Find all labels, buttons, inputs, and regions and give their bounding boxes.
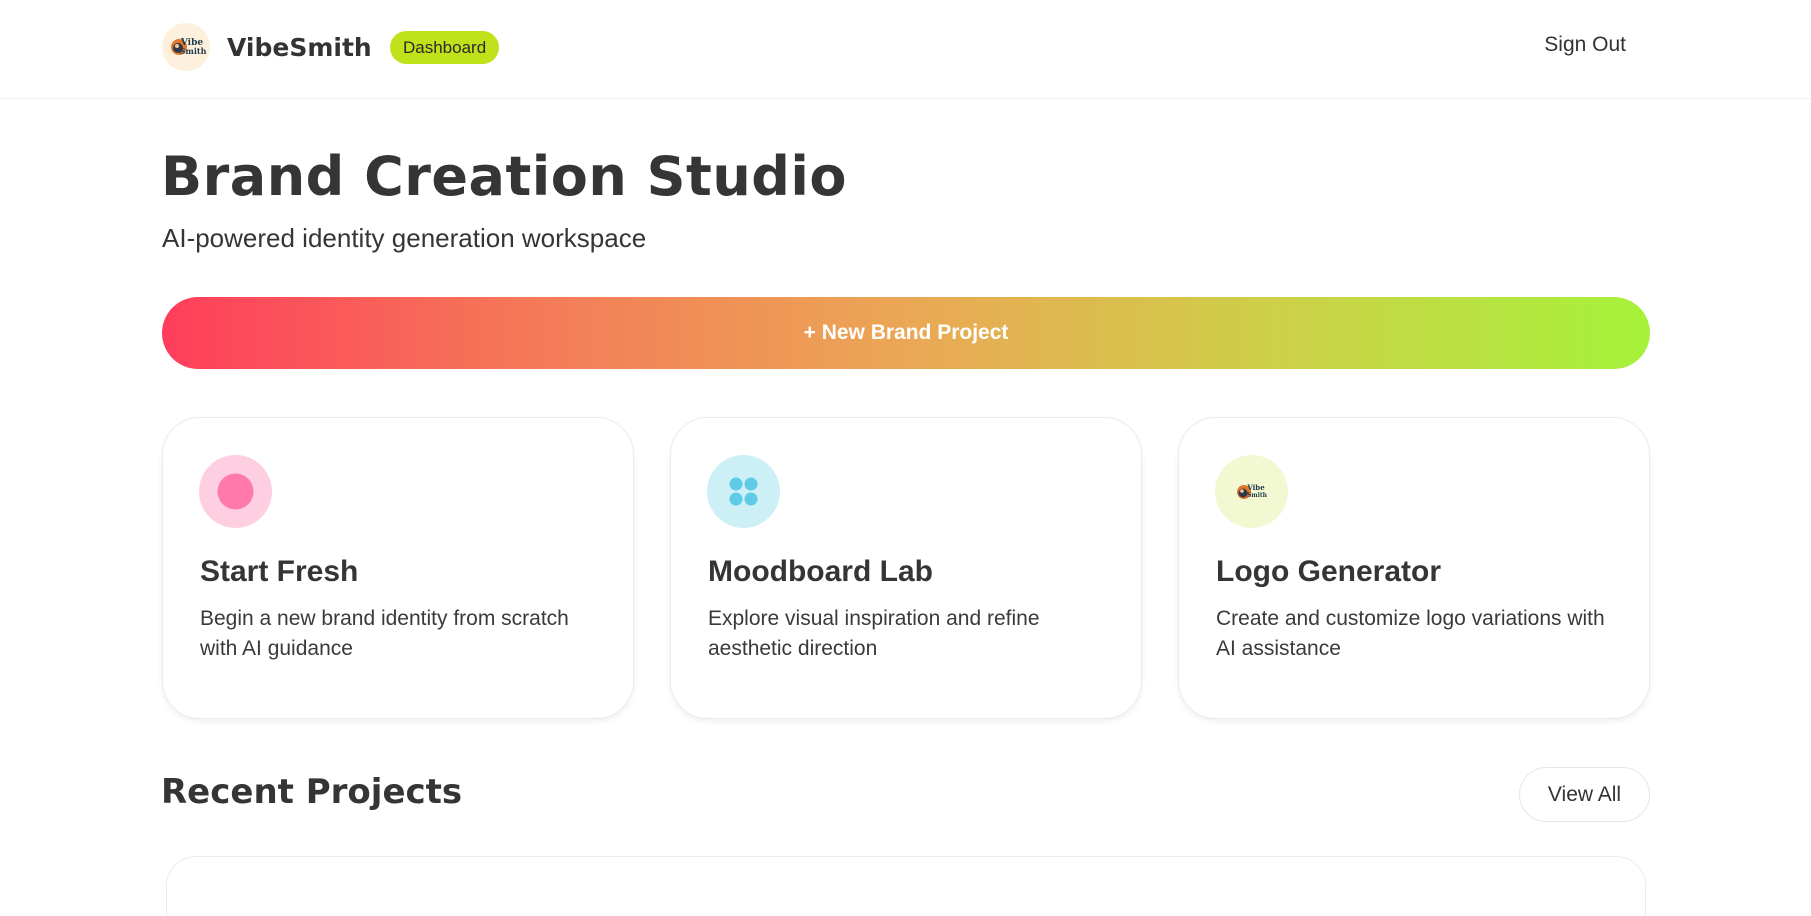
card-description: Explore visual inspiration and refine ae… [708, 607, 1040, 660]
grid-dots-icon [707, 455, 780, 528]
recent-projects-title: Recent Projects [161, 772, 463, 812]
logo-text-vibe: Vibe [1246, 483, 1265, 492]
card-title: Logo Generator [1216, 555, 1442, 588]
vibesmith-logo-icon: Vibe Smith [162, 23, 210, 71]
page-subtitle: AI-powered identity generation workspace [162, 223, 647, 253]
moodboard-lab-card[interactable]: Moodboard Lab Explore visual inspiration… [670, 417, 1142, 719]
start-fresh-card[interactable]: Start Fresh Begin a new brand identity f… [162, 417, 634, 719]
circle-dot-icon [199, 455, 272, 528]
sign-out-link[interactable]: Sign Out [1544, 33, 1626, 57]
vibesmith-logo-icon: Vibe Smith [1215, 455, 1288, 528]
card-title: Start Fresh [200, 555, 359, 588]
card-description: Create and customize logo variations wit… [1216, 607, 1605, 660]
recent-project-card[interactable] [166, 856, 1646, 916]
brand[interactable]: Vibe Smith VibeSmith [162, 23, 372, 71]
logo-text-smith: Smith [180, 46, 207, 56]
card-title: Moodboard Lab [708, 555, 933, 588]
top-navigation-bar: Vibe Smith VibeSmith Dashboard Sign Out [0, 0, 1811, 99]
logo-text-smith: Smith [1247, 492, 1268, 499]
logo-generator-card[interactable]: Vibe Smith Logo Generator Create and cus… [1178, 417, 1650, 719]
page-title: Brand Creation Studio [161, 145, 848, 208]
view-all-button[interactable]: View All [1519, 767, 1650, 822]
dashboard-badge: Dashboard [390, 31, 500, 64]
brand-name: VibeSmith [227, 32, 372, 62]
new-brand-project-button[interactable]: + New Brand Project [162, 297, 1650, 369]
card-description: Begin a new brand identity from scratch … [200, 607, 569, 660]
